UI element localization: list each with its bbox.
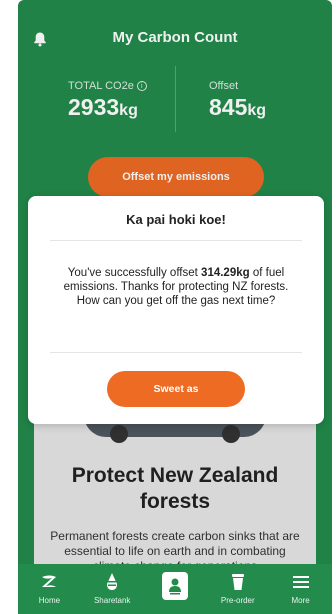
app-screen: My Carbon Count TOTAL CO2e i 2933kg Offs…	[18, 0, 332, 614]
sweet-as-button[interactable]: Sweet as	[107, 371, 245, 407]
droplet-icon	[100, 570, 124, 594]
nav-item-preorder[interactable]: Pre-order	[212, 564, 264, 614]
offset-amount: 314.29kg	[201, 267, 250, 279]
nav-item-home[interactable]: Home	[23, 564, 75, 614]
nav-item-profile[interactable]	[149, 564, 201, 614]
nav-item-sharetank[interactable]: Sharetank	[86, 564, 138, 614]
person-icon	[161, 572, 188, 600]
z-logo-icon	[37, 570, 61, 594]
bottom-nav: Home Sharetank Pre-order More	[18, 564, 332, 614]
cup-icon	[226, 570, 250, 594]
nav-item-more[interactable]: More	[275, 564, 327, 614]
success-modal: Ka pai hoki koe! You've successfully off…	[28, 196, 324, 424]
modal-divider	[50, 240, 302, 241]
modal-message: You've successfully offset 314.29kg of f…	[63, 267, 289, 307]
modal-title: Ka pai hoki koe!	[126, 212, 226, 227]
hamburger-menu-icon	[289, 570, 313, 594]
modal-divider	[50, 352, 302, 353]
